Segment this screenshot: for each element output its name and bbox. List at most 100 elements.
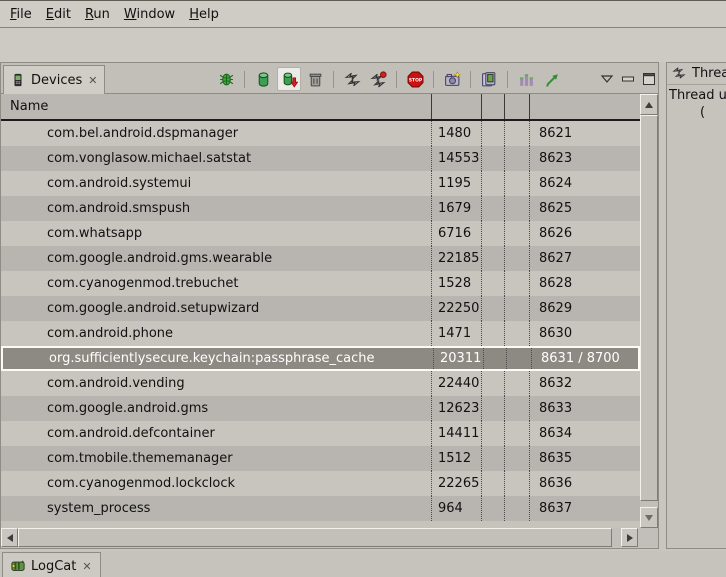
menu-item-run[interactable]: Run bbox=[78, 2, 117, 27]
scroll-left-button[interactable] bbox=[1, 528, 18, 547]
minimize-icon[interactable] bbox=[621, 72, 635, 86]
view-window-buttons bbox=[600, 72, 656, 86]
menu-item-help[interactable]: Help bbox=[182, 2, 226, 27]
table-row[interactable]: com.google.android.gms.wearable 22185 86… bbox=[1, 246, 640, 271]
thread-indicator-cell bbox=[504, 196, 529, 221]
thread-indicator-cell bbox=[504, 246, 529, 271]
process-port: 8625 bbox=[529, 196, 640, 221]
start-opengl-trace-icon[interactable] bbox=[540, 67, 564, 91]
heap-indicator-cell bbox=[481, 171, 504, 196]
thread-indicator-cell bbox=[504, 321, 529, 346]
scroll-right-button[interactable] bbox=[621, 528, 638, 547]
screen-capture-icon[interactable] bbox=[440, 67, 464, 91]
toolbar-separator bbox=[470, 71, 471, 88]
table-row[interactable]: com.android.phone 1471 8630 bbox=[1, 321, 640, 346]
menu-item-file[interactable]: File bbox=[3, 2, 39, 27]
heap-indicator-cell bbox=[483, 348, 506, 369]
column-header-name[interactable]: Name bbox=[10, 94, 48, 119]
vertical-scroll-thumb[interactable] bbox=[640, 115, 658, 501]
heap-indicator-cell bbox=[481, 471, 504, 496]
heap-indicator-cell bbox=[481, 271, 504, 296]
vertical-scrollbar[interactable] bbox=[640, 94, 658, 528]
process-port: 8621 bbox=[529, 121, 640, 146]
process-port: 8629 bbox=[529, 296, 640, 321]
logcat-tab-label: LogCat bbox=[31, 559, 76, 574]
menu-bar: FileEditRunWindowHelp bbox=[0, 1, 726, 28]
process-name: com.cyanogenmod.lockclock bbox=[1, 471, 431, 496]
screen-capture-multi-icon[interactable] bbox=[477, 67, 501, 91]
capture-view-hierarchy-icon[interactable] bbox=[514, 67, 538, 91]
process-port: 8635 bbox=[529, 446, 640, 471]
process-pid: 22185 bbox=[431, 246, 481, 271]
process-pid: 14411 bbox=[431, 421, 481, 446]
thread-indicator-cell bbox=[504, 146, 529, 171]
tab-logcat[interactable]: LogCat ✕ bbox=[2, 552, 101, 577]
column-divider[interactable] bbox=[529, 94, 530, 119]
table-row[interactable]: com.vonglasow.michael.satstat 14553 8623 bbox=[1, 146, 640, 171]
process-pid: 1471 bbox=[431, 321, 481, 346]
table-row[interactable]: com.google.android.gms 12623 8633 bbox=[1, 396, 640, 421]
table-row[interactable]: system_process 964 8637 bbox=[1, 496, 640, 521]
horizontal-scroll-thumb[interactable] bbox=[18, 528, 612, 547]
process-pid: 1512 bbox=[431, 446, 481, 471]
process-port: 8634 bbox=[529, 421, 640, 446]
process-port: 8630 bbox=[529, 321, 640, 346]
table-row[interactable]: com.whatsapp 6716 8626 bbox=[1, 221, 640, 246]
debug-process-icon[interactable] bbox=[214, 67, 238, 91]
thread-indicator-cell bbox=[504, 396, 529, 421]
table-row[interactable]: com.android.smspush 1679 8625 bbox=[1, 196, 640, 221]
update-threads-icon[interactable] bbox=[340, 67, 364, 91]
process-port: 8628 bbox=[529, 271, 640, 296]
tab-devices[interactable]: Devices ✕ bbox=[3, 65, 105, 94]
table-row[interactable]: com.android.defcontainer 14411 8634 bbox=[1, 421, 640, 446]
close-icon[interactable]: ✕ bbox=[88, 75, 97, 86]
thread-indicator-cell bbox=[504, 421, 529, 446]
process-pid: 22265 bbox=[431, 471, 481, 496]
table-row[interactable]: com.cyanogenmod.lockclock 22265 8636 bbox=[1, 471, 640, 496]
tab-threads[interactable]: Threads bbox=[667, 63, 726, 85]
table-row[interactable]: com.tmobile.thememanager 1512 8635 bbox=[1, 446, 640, 471]
heap-indicator-cell bbox=[481, 496, 504, 521]
view-menu-chevron-icon[interactable] bbox=[600, 72, 614, 86]
column-divider[interactable] bbox=[431, 94, 432, 119]
process-pid: 22440 bbox=[431, 371, 481, 396]
stop-process-icon[interactable]: STOP bbox=[403, 67, 427, 91]
process-name: com.google.android.gms bbox=[1, 396, 431, 421]
horizontal-scrollbar[interactable] bbox=[1, 528, 658, 547]
scroll-up-button[interactable] bbox=[640, 94, 658, 115]
scroll-down-button[interactable] bbox=[640, 507, 658, 528]
devices-toolbar: STOP bbox=[214, 66, 656, 92]
logcat-icon bbox=[11, 559, 25, 573]
dump-hprof-icon[interactable] bbox=[277, 67, 301, 91]
heap-indicator-cell bbox=[481, 321, 504, 346]
process-pid: 20311 bbox=[433, 348, 483, 369]
table-row[interactable]: com.android.systemui 1195 8624 bbox=[1, 171, 640, 196]
table-row[interactable]: com.google.android.setupwizard 22250 862… bbox=[1, 296, 640, 321]
process-pid: 1195 bbox=[431, 171, 481, 196]
threads-message-line2: ( bbox=[700, 105, 705, 120]
column-divider[interactable] bbox=[481, 94, 482, 119]
heap-indicator-cell bbox=[481, 221, 504, 246]
table-row[interactable]: org.sufficientlysecure.keychain:passphra… bbox=[1, 346, 640, 371]
maximize-icon[interactable] bbox=[642, 72, 656, 86]
process-name: com.google.android.setupwizard bbox=[1, 296, 431, 321]
process-port: 8633 bbox=[529, 396, 640, 421]
column-divider[interactable] bbox=[504, 94, 505, 119]
process-port: 8631 / 8700 bbox=[531, 348, 642, 369]
process-name: com.tmobile.thememanager bbox=[1, 446, 431, 471]
heap-indicator-cell bbox=[481, 246, 504, 271]
menu-item-window[interactable]: Window bbox=[117, 2, 182, 27]
toolbar-separator bbox=[507, 71, 508, 88]
thread-indicator-cell bbox=[504, 496, 529, 521]
start-method-profiling-icon[interactable] bbox=[366, 67, 390, 91]
table-row[interactable]: com.android.vending 22440 8632 bbox=[1, 371, 640, 396]
table-header[interactable]: Name bbox=[1, 94, 640, 121]
table-row[interactable]: com.cyanogenmod.trebuchet 1528 8628 bbox=[1, 271, 640, 296]
menu-item-edit[interactable]: Edit bbox=[39, 2, 78, 27]
process-name: com.android.phone bbox=[1, 321, 431, 346]
cause-gc-icon[interactable] bbox=[303, 67, 327, 91]
update-heap-icon[interactable] bbox=[251, 67, 275, 91]
heap-indicator-cell bbox=[481, 296, 504, 321]
close-icon[interactable]: ✕ bbox=[82, 561, 91, 572]
table-row[interactable]: com.bel.android.dspmanager 1480 8621 bbox=[1, 121, 640, 146]
